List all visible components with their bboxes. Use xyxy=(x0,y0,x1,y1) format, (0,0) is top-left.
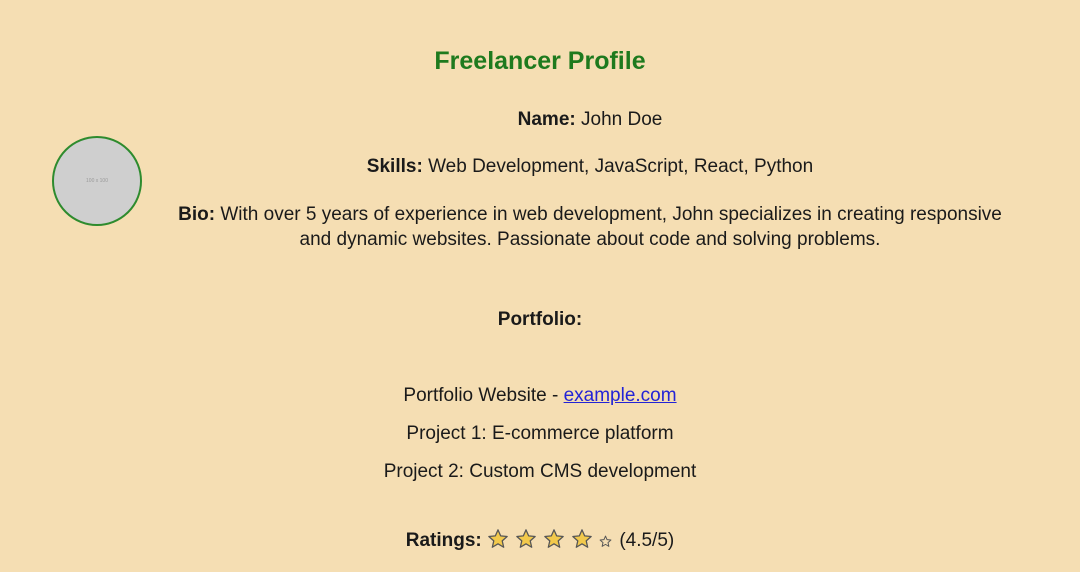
skills-label: Skills: xyxy=(366,156,423,177)
bio-value: With over 5 years of experience in web d… xyxy=(220,204,1002,250)
portfolio-item: Project 2: Custom CMS development xyxy=(383,461,697,482)
bio-label: Bio: xyxy=(178,204,216,225)
star-filled-icon xyxy=(488,529,508,548)
name-line: Name: John Doe xyxy=(160,107,1020,132)
ratings-line: Ratings: (4.5/5) xyxy=(0,527,1080,559)
star-filled-icon xyxy=(544,529,564,548)
portfolio-website-link[interactable]: example.com xyxy=(564,385,677,406)
portfolio-website-prefix: Portfolio Website - xyxy=(403,385,564,406)
skills-line: Skills: Web Development, JavaScript, Rea… xyxy=(160,154,1020,179)
ratings-label: Ratings: xyxy=(405,530,482,551)
portfolio-list: Portfolio Website - example.com Project … xyxy=(0,377,1080,491)
portfolio-heading: Portfolio: xyxy=(497,309,583,330)
avatar-placeholder-text: 100 x 100 xyxy=(86,178,108,184)
avatar: 100 x 100 xyxy=(52,136,142,226)
name-label: Name: xyxy=(517,109,576,130)
star-filled-icon xyxy=(572,529,592,548)
star-empty-icon xyxy=(599,535,612,547)
page-title: Freelancer Profile xyxy=(434,46,646,75)
skills-value: Web Development, JavaScript, React, Pyth… xyxy=(428,156,814,177)
star-filled-icon xyxy=(516,529,536,548)
rating-score: (4.5/5) xyxy=(619,530,675,551)
portfolio-item: Project 1: E-commerce platform xyxy=(406,423,674,444)
portfolio-website-item: Portfolio Website - example.com xyxy=(0,377,1080,415)
rating-stars xyxy=(487,528,614,559)
bio-line: Bio: With over 5 years of experience in … xyxy=(160,202,1020,252)
name-value: John Doe xyxy=(581,109,663,130)
